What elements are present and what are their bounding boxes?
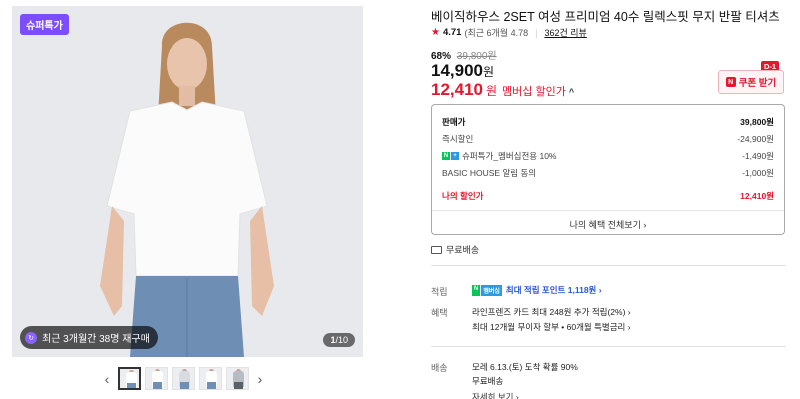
- member-price-label: 멤버십 할인가: [502, 86, 566, 98]
- thumbnail-4[interactable]: [199, 367, 222, 390]
- naver-membership-icon: N 멤버십: [472, 284, 502, 296]
- breakdown-header-label: 판매가: [442, 116, 466, 127]
- naver-pay-icon: N +: [442, 151, 459, 160]
- view-all-benefits-link[interactable]: 나의 혜택 전체보기 ›: [442, 211, 774, 231]
- image-page-indicator: 1/10: [323, 333, 355, 347]
- chevron-up-icon: ^: [568, 87, 575, 97]
- chevron-right-icon: ›: [598, 285, 602, 295]
- sale-price-value: 14,900: [431, 61, 483, 80]
- breakdown-row: N + 슈퍼특가_멤버십전용 10% -1,490원: [442, 147, 774, 164]
- breakdown-header-value: 39,800원: [740, 116, 774, 127]
- thumbnail-1[interactable]: [118, 367, 141, 390]
- rating-row: ★ 4.71 (최근 6개월 4.78 | 362건 리뷰: [431, 26, 587, 39]
- free-shipping-text: 무료배송: [446, 245, 480, 255]
- coupon-button[interactable]: N 쿠폰 받기: [718, 70, 784, 94]
- divider: |: [535, 27, 538, 38]
- points-text: 최대 적립 포인트: [505, 285, 566, 295]
- breakdown-row-value: -24,900원: [737, 133, 774, 144]
- coupon-label: 쿠폰 받기: [738, 78, 777, 89]
- member-price-value: 12,410: [431, 80, 483, 99]
- thumbnail-strip: ‹ ›: [100, 367, 267, 390]
- card-benefit-link[interactable]: 라인프렌즈 카드 최대 248원 추가 적립(2%) ›: [472, 306, 631, 318]
- review-count-link[interactable]: 362건 리뷰: [544, 26, 586, 39]
- benefits-label: 혜택: [431, 308, 448, 318]
- section-divider: [431, 265, 786, 266]
- page-total: /10: [335, 335, 348, 345]
- thumb-next-icon[interactable]: ›: [253, 371, 267, 387]
- member-price-row[interactable]: 12,410 원 멤버십 할인가 ^: [431, 80, 574, 100]
- free-shipping-row: 무료배송: [431, 243, 479, 256]
- product-title: 베이직하우스 2SET 여성 프리미엄 40수 릴렉스핏 무지 반팔 티셔츠: [431, 10, 780, 24]
- discount-row: 68% 39,800원: [431, 47, 497, 62]
- thumb-prev-icon[interactable]: ‹: [100, 371, 114, 387]
- repurchase-icon: ↻: [25, 331, 37, 344]
- rating-detail: (최근 6개월 4.78: [464, 28, 529, 38]
- my-discount-value: 12,410원: [740, 190, 774, 201]
- repurchase-text: 최근 3개월간 38명 재구매: [42, 334, 150, 345]
- points-label: 적립: [431, 287, 448, 297]
- delivery-detail-link[interactable]: 자세히 보기 ›: [472, 391, 519, 399]
- section-divider: [431, 346, 786, 347]
- product-main-image[interactable]: 슈퍼특가 ↻ 최근 3개월간 38명 재구매 1/10: [12, 6, 363, 357]
- thumbnail-3[interactable]: [172, 367, 195, 390]
- model-illustration: [12, 6, 363, 357]
- my-discount-row: 나의 할인가 12,410원: [442, 187, 774, 204]
- delivery-label: 배송: [431, 363, 448, 373]
- sale-price: 14,900원: [431, 61, 494, 81]
- breakdown-row-label: 즉시할인: [442, 133, 474, 144]
- breakdown-row-label: BASIC HOUSE 알림 동의: [442, 167, 537, 178]
- price-breakdown-box: 판매가 39,800원 즉시할인 -24,900원 N + 슈퍼특가_멤버십전용 …: [431, 104, 785, 235]
- sale-price-unit: 원: [483, 65, 495, 79]
- breakdown-row-value: -1,490원: [742, 150, 774, 161]
- star-icon: ★: [431, 27, 440, 38]
- breakdown-row: 즉시할인 -24,900원: [442, 130, 774, 147]
- member-price-unit: 원: [486, 84, 498, 98]
- my-discount-label: 나의 할인가: [442, 190, 484, 201]
- breakdown-row-label: 슈퍼특가_멤버십전용 10%: [462, 150, 557, 161]
- breakdown-row: BASIC HOUSE 알림 동의 -1,000원: [442, 164, 774, 181]
- delivery-free: 무료배송: [472, 376, 504, 386]
- installment-benefit-link[interactable]: 최대 12개월 무이자 할부 • 60개월 특별금리 ›: [472, 321, 631, 333]
- points-value: 1,118원: [567, 285, 597, 295]
- thumbnail-5[interactable]: [226, 367, 249, 390]
- points-row[interactable]: N 멤버십 최대 적립 포인트 1,118원 ›: [472, 284, 602, 296]
- delivery-estimate: 모레 6.13.(토) 도착 확률 90%: [472, 362, 578, 372]
- truck-icon: [431, 245, 442, 254]
- breakdown-row-value: -1,000원: [742, 167, 774, 178]
- thumbnail-2[interactable]: [145, 367, 168, 390]
- repurchase-pill: ↻ 최근 3개월간 38명 재구매: [20, 326, 158, 349]
- super-deal-badge: 슈퍼특가: [20, 14, 69, 35]
- rating-score: 4.71: [442, 27, 462, 38]
- coupon-n-icon: N: [725, 77, 736, 87]
- breakdown-header: 판매가 39,800원: [442, 113, 774, 130]
